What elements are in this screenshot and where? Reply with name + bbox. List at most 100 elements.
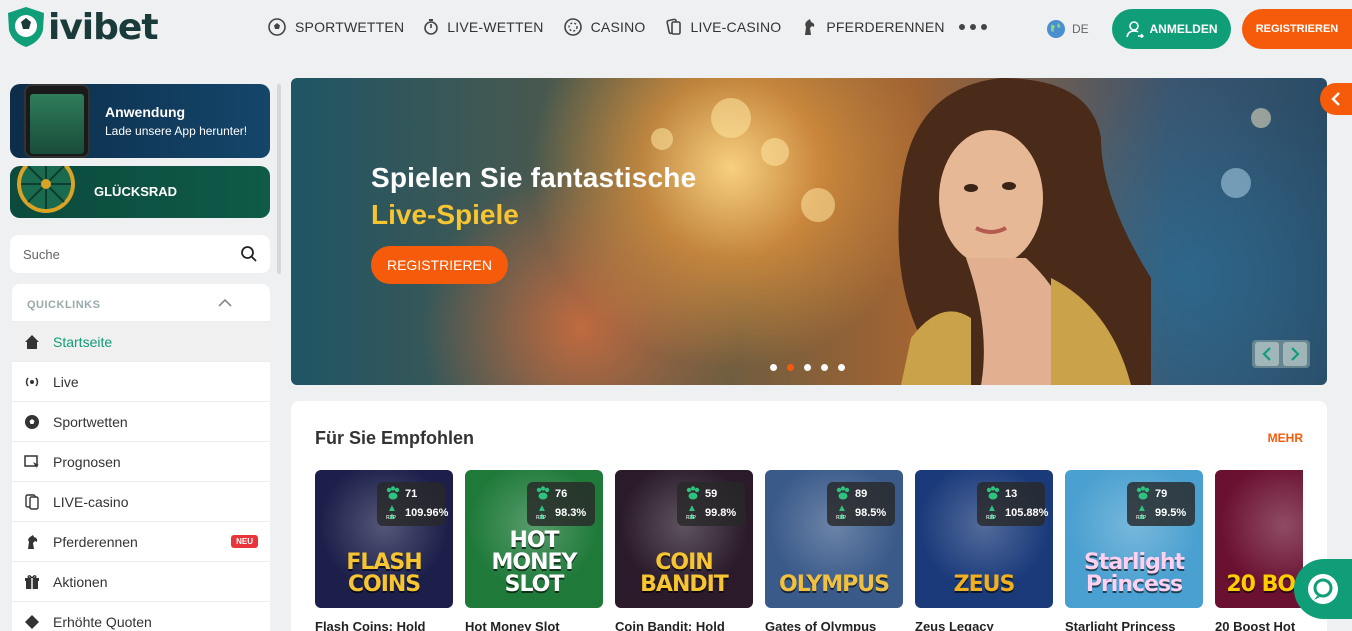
rtp-label: RTP xyxy=(986,515,996,521)
game-card[interactable]: FLASH COINS 71 ▲ ▲ RTP 109.96% Flash Coins: Ho… xyxy=(315,470,453,631)
game-stats-badge: 89 ▲ ▲ RTP 98.5% xyxy=(827,482,895,526)
main-nav: SPORTWETTEN LIVE-WETTEN CASINO LIVE-CASI… xyxy=(268,18,987,36)
carousel-dot[interactable] xyxy=(770,364,777,371)
fortune-wheel-icon xyxy=(17,166,75,213)
game-title[interactable]: Gates of Olympus xyxy=(765,619,903,631)
sidebar-item-label: Aktionen xyxy=(53,573,108,590)
carousel-dot-active[interactable] xyxy=(787,364,794,371)
game-card[interactable]: 20 BOOST 20 Boost Hot xyxy=(1215,470,1303,631)
carousel-dot[interactable] xyxy=(804,364,811,371)
rtp-label: RTP xyxy=(536,515,546,521)
nav-sportwetten[interactable]: SPORTWETTEN xyxy=(268,18,404,36)
side-panel-toggle[interactable] xyxy=(1320,83,1352,115)
game-card[interactable]: COIN BANDIT 59 ▲ ▲ RTP 99.8% Coin Bandit: Hold xyxy=(615,470,753,631)
game-card[interactable]: Starlight Princess 79 ▲ ▲ RTP 99.5% Starlight … xyxy=(1065,470,1203,631)
game-rtp-value: 99.5% xyxy=(1155,507,1187,519)
language-selector[interactable]: DE xyxy=(1046,19,1089,39)
game-card[interactable]: HOT MONEY SLOT 76 ▲ ▲ RTP 98.3% Hot Money Slot xyxy=(465,470,603,631)
soccer-ball-icon xyxy=(268,18,286,36)
more-link[interactable]: MEHR xyxy=(1268,431,1303,445)
sidebar-item-label: Prognosen xyxy=(53,453,121,470)
game-thumbnail[interactable]: HOT MONEY SLOT 76 ▲ ▲ RTP 98.3% xyxy=(465,470,603,608)
register-button[interactable]: REGISTRIEREN xyxy=(1242,9,1352,49)
cursor-screen-icon xyxy=(24,454,39,469)
sidebar-item-aktionen[interactable]: Aktionen xyxy=(12,561,270,601)
sidebar-item-live-casino[interactable]: LIVE-casino xyxy=(12,481,270,521)
sidebar-item-label: Startseite xyxy=(53,333,113,350)
nav-pferderennen[interactable]: PFERDERENNEN xyxy=(801,18,945,36)
quicklinks-title: QUICKLINKS xyxy=(27,299,101,311)
game-thumbnail[interactable]: OLYMPUS 89 ▲ ▲ RTP 98.5% xyxy=(765,470,903,608)
game-thumbnail[interactable]: ZEUS 13 ▲ ▲ RTP 105.88% xyxy=(915,470,1053,608)
hero-banner[interactable]: Spielen Sie fantastische Live-Spiele REG… xyxy=(291,78,1327,385)
sidebar-item-pferderennen[interactable]: Pferderennen NEU xyxy=(12,521,270,561)
chevron-right-icon xyxy=(1291,347,1300,361)
phone-image xyxy=(24,84,90,158)
sidebar-item-label: Pferderennen xyxy=(53,533,138,550)
chat-icon xyxy=(1308,574,1338,604)
game-stats-badge: 71 ▲ ▲ RTP 109.96% xyxy=(377,482,449,526)
sidebar-scrollbar[interactable] xyxy=(277,84,281,274)
search-input[interactable]: Suche xyxy=(10,235,270,273)
login-button[interactable]: ANMELDEN xyxy=(1112,9,1231,49)
sidebar-item-erhoehte-quoten[interactable]: Erhöhte Quoten xyxy=(12,601,270,631)
app-download-card[interactable]: Anwendung Lade unsere App herunter! xyxy=(10,84,270,158)
shield-logo-icon xyxy=(8,7,44,47)
game-card[interactable]: OLYMPUS 89 ▲ ▲ RTP 98.5% Gates of Olympus xyxy=(765,470,903,631)
sidebar-item-prognosen[interactable]: Prognosen xyxy=(12,441,270,481)
paw-icon xyxy=(986,486,1000,500)
carousel-dots xyxy=(770,364,845,371)
game-title[interactable]: Starlight Princess xyxy=(1065,619,1203,631)
game-art-text: FLASH COINS xyxy=(346,550,422,597)
stopwatch-icon xyxy=(424,19,439,35)
sidebar-item-sportwetten[interactable]: Sportwetten xyxy=(12,401,270,441)
boost-icon xyxy=(25,614,39,629)
carousel-dot[interactable] xyxy=(838,364,845,371)
game-title[interactable]: 20 Boost Hot xyxy=(1215,619,1303,631)
more-menu-icon[interactable] xyxy=(958,24,987,30)
carousel-prev-button[interactable] xyxy=(1255,342,1279,366)
logo[interactable]: ivibet xyxy=(6,6,159,48)
game-players-count: 79 xyxy=(1155,488,1168,500)
chevron-left-icon xyxy=(1331,92,1340,106)
carousel-next-button[interactable] xyxy=(1283,342,1307,366)
nav-label: PFERDERENNEN xyxy=(826,19,945,35)
game-art-text: OLYMPUS xyxy=(779,572,890,597)
game-title[interactable]: Zeus Legacy xyxy=(915,619,1053,631)
chevron-up-icon[interactable] xyxy=(218,298,232,308)
sidebar-item-live[interactable]: Live xyxy=(12,361,270,401)
banner-headline: Spielen Sie fantastische xyxy=(371,162,697,193)
wheel-of-fortune-card[interactable]: GLÜCKSRAD xyxy=(10,166,270,218)
game-thumbnail[interactable]: FLASH COINS 71 ▲ ▲ RTP 109.96% xyxy=(315,470,453,608)
search-icon[interactable] xyxy=(240,245,258,263)
game-title[interactable]: Coin Bandit: Hold xyxy=(615,619,753,631)
game-title[interactable]: Hot Money Slot xyxy=(465,619,603,631)
game-players-count: 89 xyxy=(855,488,868,500)
casino-chip-icon xyxy=(563,18,582,36)
nav-live-wetten[interactable]: LIVE-WETTEN xyxy=(424,18,543,36)
sidebar-item-startseite[interactable]: Startseite xyxy=(12,321,270,361)
game-rtp-value: 109.96% xyxy=(405,507,449,519)
chat-button[interactable] xyxy=(1294,559,1352,619)
paw-icon xyxy=(1136,486,1150,500)
sidebar-item-label: Erhöhte Quoten xyxy=(53,613,152,630)
paw-icon xyxy=(386,486,400,500)
nav-casino[interactable]: CASINO xyxy=(563,18,646,36)
game-rtp-value: 98.3% xyxy=(555,507,587,519)
banner-register-button[interactable]: REGISTRIEREN xyxy=(371,246,508,284)
game-stats-badge: 13 ▲ ▲ RTP 105.88% xyxy=(977,482,1048,526)
game-card[interactable]: ZEUS 13 ▲ ▲ RTP 105.88% Zeus Legacy xyxy=(915,470,1053,631)
carousel-dot[interactable] xyxy=(821,364,828,371)
banner-cta-label: REGISTRIEREN xyxy=(386,257,492,273)
rtp-label: RTP xyxy=(1136,515,1146,521)
game-thumbnail[interactable]: COIN BANDIT 59 ▲ ▲ RTP 99.8% xyxy=(615,470,753,608)
cards-icon xyxy=(665,18,681,35)
user-icon xyxy=(1125,21,1144,38)
horse-icon xyxy=(28,534,38,549)
globe-icon xyxy=(1047,20,1065,38)
game-art-text: HOT MONEY SLOT xyxy=(491,528,578,597)
game-title[interactable]: Flash Coins: Hold xyxy=(315,619,453,631)
game-thumbnail[interactable]: Starlight Princess 79 ▲ ▲ RTP 99.5% xyxy=(1065,470,1203,608)
nav-live-casino[interactable]: LIVE-CASINO xyxy=(665,18,782,36)
game-thumbnail[interactable]: 20 BOOST xyxy=(1215,470,1303,608)
